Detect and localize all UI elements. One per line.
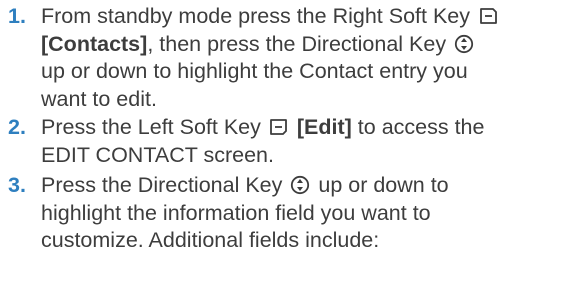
step-1-line-2: [Contacts], then press the Directional K… bbox=[8, 31, 578, 59]
step-2-line-2: EDIT CONTACT screen. bbox=[41, 142, 274, 167]
step-text: From standby mode press the Right Soft K… bbox=[41, 4, 471, 28]
contacts-key-label: [Contacts] bbox=[41, 31, 148, 56]
step-2: 2. Press the Left Soft Key [Edit] to acce… bbox=[8, 114, 578, 169]
step-text: Press the Directional Key bbox=[41, 173, 283, 197]
step-number: 1. bbox=[8, 4, 26, 28]
instruction-steps: 1. From standby mode press the Right Soft… bbox=[0, 0, 582, 284]
step-3-line-1: 3. Press the Directional Key up or down t… bbox=[8, 172, 578, 200]
step-2-line-1: 2. Press the Left Soft Key [Edit] to acce… bbox=[8, 114, 578, 142]
step-1: 1. From standby mode press the Right Soft… bbox=[8, 3, 578, 113]
left-soft-key-icon bbox=[269, 117, 289, 137]
step-1-line-4: want to edit. bbox=[41, 86, 157, 111]
directional-key-icon bbox=[454, 34, 474, 54]
directional-key-icon bbox=[290, 175, 310, 195]
step-3-line-2: highlight the information field you want… bbox=[41, 200, 431, 225]
step-number: 2. bbox=[8, 115, 26, 139]
edit-key-label: [Edit] bbox=[296, 115, 352, 139]
step-1-line-3: up or down to highlight the Contact entr… bbox=[41, 59, 468, 83]
step-3: 3. Press the Directional Key up or down t… bbox=[8, 172, 578, 255]
step-number: 3. bbox=[8, 173, 26, 197]
right-soft-key-icon bbox=[478, 6, 498, 26]
step-text: up or down to bbox=[318, 173, 449, 197]
step-text: Press the Left Soft Key bbox=[41, 115, 261, 139]
step-3-line-3: customize. Additional fields include: bbox=[41, 228, 380, 252]
step-text: , then press the Directional Key bbox=[147, 31, 447, 56]
step-1-line-1: 1. From standby mode press the Right Soft… bbox=[8, 3, 578, 31]
step-text: to access the bbox=[351, 115, 485, 139]
